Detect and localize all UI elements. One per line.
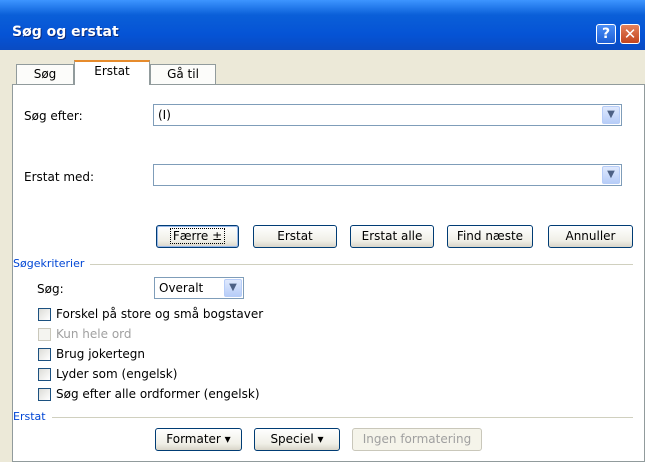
- title-bar[interactable]: Søg og erstat ? ✕: [0, 0, 645, 50]
- replace-section: Erstat: [13, 410, 633, 424]
- search-criteria-title: Søgekriterier: [13, 257, 91, 270]
- search-scope-select[interactable]: Overalt ▼: [154, 277, 244, 299]
- tab-replace[interactable]: Erstat: [74, 60, 150, 85]
- format-button[interactable]: Formater ▾: [155, 428, 242, 451]
- cancel-button[interactable]: Annuller: [548, 225, 633, 248]
- tab-goto[interactable]: Gå til: [150, 64, 216, 84]
- section-divider: [13, 417, 633, 418]
- chevron-down-icon[interactable]: ▼: [602, 166, 620, 184]
- help-icon[interactable]: ?: [596, 24, 616, 44]
- checkbox-box[interactable]: [38, 348, 51, 361]
- section-divider: [13, 264, 633, 265]
- checkbox-box[interactable]: [38, 308, 51, 321]
- chevron-down-icon[interactable]: ▼: [602, 106, 620, 124]
- find-replace-dialog: Søg og erstat ? ✕ Søg Erstat Gå til Søg …: [0, 0, 645, 462]
- special-button[interactable]: Speciel ▾: [254, 428, 340, 451]
- checkbox-label: Forskel på store og små bogstaver: [56, 307, 264, 321]
- find-input[interactable]: (I) ▼: [153, 104, 622, 126]
- replace-section-title: Erstat: [13, 410, 52, 423]
- window-title: Søg og erstat: [12, 24, 119, 40]
- find-label: Søg efter:: [24, 109, 83, 123]
- checkbox-box: [38, 328, 51, 341]
- checkbox-label: Søg efter alle ordformer (engelsk): [56, 387, 260, 401]
- less-button[interactable]: Færre ±: [156, 225, 239, 248]
- find-value: (I): [158, 108, 171, 122]
- checkbox-label: Brug jokertegn: [56, 347, 146, 361]
- tab-find[interactable]: Søg: [16, 64, 74, 84]
- replace-label: Erstat med:: [24, 170, 95, 184]
- replace-input[interactable]: ▼: [153, 164, 622, 186]
- checkbox-label: Lyder som (engelsk): [56, 367, 178, 381]
- close-icon[interactable]: ✕: [620, 24, 640, 44]
- checkbox-label: Kun hele ord: [56, 327, 132, 341]
- replace-all-button[interactable]: Erstat alle: [350, 225, 434, 248]
- no-formatting-button: Ingen formatering: [352, 428, 482, 451]
- search-criteria-section: Søgekriterier: [13, 257, 633, 271]
- find-next-button[interactable]: Find næste: [447, 225, 533, 248]
- checkbox-box[interactable]: [38, 388, 51, 401]
- checkbox-box[interactable]: [38, 368, 51, 381]
- chevron-down-icon[interactable]: ▼: [224, 279, 242, 297]
- search-scope-label: Søg:: [37, 282, 64, 296]
- search-scope-value: Overalt: [159, 281, 204, 295]
- replace-button[interactable]: Erstat: [253, 225, 337, 248]
- tab-panel: Søg efter: (I) ▼ Erstat med: ▼ Færre ± E…: [12, 84, 645, 462]
